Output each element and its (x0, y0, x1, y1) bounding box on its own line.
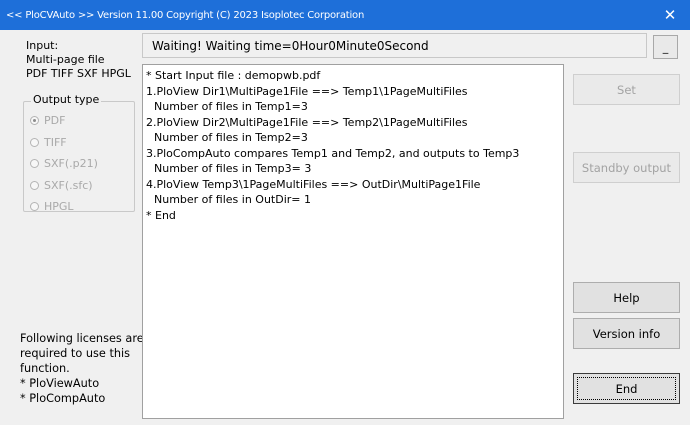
radio-sxf-sfc[interactable]: SXF(.sfc) (30, 175, 98, 197)
radio-pdf[interactable]: PDF (30, 110, 98, 132)
output-type-options: PDF TIFF SXF(.p21) SXF(.sfc) HPGL (30, 110, 98, 218)
minimize-button[interactable]: _ (653, 35, 678, 59)
license-line-4: * PloViewAuto (20, 377, 100, 390)
radio-sxf-sfc-indicator (30, 180, 39, 190)
log-line: 3.PloCompAuto compares Temp1 and Temp2, … (146, 146, 520, 160)
log-line: * Start Input file : demopwb.pdf (146, 69, 321, 82)
log-line: 1.PloView Dir1\MultiPage1File ==> Temp1\… (146, 84, 468, 98)
end-button-label: End (615, 381, 638, 396)
input-desc-line2: PDF TIFF SXF HPGL (26, 67, 131, 80)
radio-pdf-label: PDF (44, 114, 66, 128)
radio-tiff[interactable]: TIFF (30, 132, 98, 154)
end-button[interactable]: End (573, 373, 680, 404)
log-line: 4.PloView Temp3\1PageMultiFiles ==> OutD… (146, 177, 481, 191)
radio-tiff-indicator (30, 137, 39, 147)
version-info-button-label: Version info (592, 326, 661, 341)
version-info-button[interactable]: Version info (573, 318, 680, 349)
help-button[interactable]: Help (573, 282, 680, 313)
log-line: Number of files in Temp2=3 (154, 131, 308, 144)
status-text: Waiting! Waiting time=0Hour0Minute0Secon… (152, 38, 429, 53)
license-line-3: function. (20, 362, 70, 375)
title-bar: << PloCVAuto >> Version 11.00 Copyright … (0, 0, 690, 30)
set-button-label: Set (617, 82, 636, 97)
input-desc-line1: Multi-page file (26, 53, 105, 66)
output-type-legend: Output type (31, 93, 102, 106)
log-line: Number of files in Temp1=3 (154, 100, 308, 113)
status-display: Waiting! Waiting time=0Hour0Minute0Secon… (142, 33, 647, 58)
log-output[interactable]: * Start Input file : demopwb.pdf 1.PloVi… (142, 64, 564, 419)
license-line-2: required to use this (20, 347, 131, 360)
license-note: Following licenses are required to use t… (20, 331, 144, 406)
standby-output-button-label: Standby output (581, 160, 672, 175)
set-button[interactable]: Set (573, 74, 680, 105)
radio-hpgl-indicator (30, 202, 39, 212)
radio-sxf-p21-indicator (30, 159, 39, 169)
input-info: Input: Multi-page file PDF TIFF SXF HPGL (26, 39, 141, 81)
help-button-label: Help (613, 290, 640, 305)
radio-tiff-label: TIFF (44, 135, 67, 149)
window-title: << PloCVAuto >> Version 11.00 Copyright … (6, 9, 365, 21)
radio-hpgl[interactable]: HPGL (30, 196, 98, 218)
radio-sxf-p21[interactable]: SXF(.p21) (30, 153, 98, 175)
license-line-1: Following licenses are (20, 332, 144, 345)
radio-sxf-p21-label: SXF(.p21) (44, 157, 98, 171)
input-label: Input: (26, 39, 59, 52)
close-icon[interactable]: ✕ (650, 0, 690, 30)
log-line: 2.PloView Dir2\MultiPage1File ==> Temp2\… (146, 115, 468, 129)
log-line: * End (146, 208, 176, 222)
minimize-button-label: _ (662, 41, 669, 54)
log-line: Number of files in OutDir= 1 (154, 193, 311, 206)
radio-sxf-sfc-label: SXF(.sfc) (44, 178, 93, 192)
radio-pdf-indicator (30, 116, 39, 126)
radio-hpgl-label: HPGL (44, 200, 74, 214)
log-line: Number of files in Temp3= 3 (154, 162, 312, 175)
output-type-group: Output type PDF TIFF SXF(.p21) SXF(.sfc)… (23, 93, 135, 213)
standby-output-button[interactable]: Standby output (573, 152, 680, 183)
license-line-5: * PloCompAuto (20, 392, 106, 405)
